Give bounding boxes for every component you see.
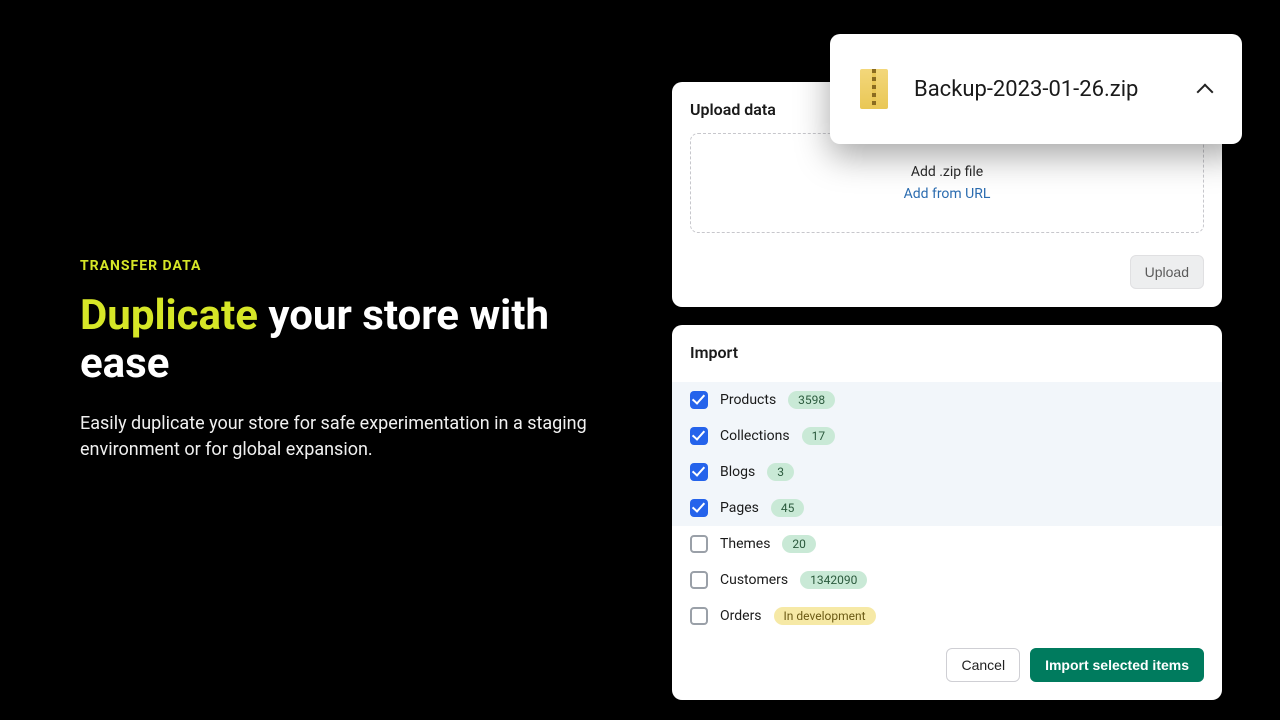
checkbox-blogs[interactable] xyxy=(690,463,708,481)
row-label: Customers xyxy=(720,572,788,588)
row-label: Pages xyxy=(720,500,759,516)
row-label: Products xyxy=(720,392,776,408)
add-from-url-link[interactable]: Add from URL xyxy=(904,186,991,202)
count-badge: 45 xyxy=(771,499,805,517)
checkbox-collections[interactable] xyxy=(690,427,708,445)
checkbox-orders[interactable] xyxy=(690,607,708,625)
upload-actions: Upload xyxy=(690,255,1204,289)
import-row-collections[interactable]: Collections 17 xyxy=(672,418,1222,454)
checkbox-products[interactable] xyxy=(690,391,708,409)
upload-dropzone[interactable]: Add .zip file Add from URL xyxy=(690,133,1204,233)
import-row-products[interactable]: Products 3598 xyxy=(672,382,1222,418)
import-card-title: Import xyxy=(672,343,1222,368)
row-label: Blogs xyxy=(720,464,755,480)
chevron-up-icon[interactable] xyxy=(1196,79,1216,99)
checkbox-themes[interactable] xyxy=(690,535,708,553)
count-badge: 1342090 xyxy=(800,571,867,589)
right-panel: Upload data Add .zip file Add from URL U… xyxy=(672,82,1222,718)
headline: Duplicate your store with ease xyxy=(80,292,600,389)
import-selected-button[interactable]: Import selected items xyxy=(1030,648,1204,682)
zip-file-icon xyxy=(860,69,888,109)
download-toast[interactable]: Backup-2023-01-26.zip xyxy=(830,34,1242,144)
import-list: Products 3598 Collections 17 Blogs 3 Pag… xyxy=(672,382,1222,634)
checkbox-pages[interactable] xyxy=(690,499,708,517)
import-card: Import Products 3598 Collections 17 Blog… xyxy=(672,325,1222,700)
checkbox-customers[interactable] xyxy=(690,571,708,589)
eyebrow: TRANSFER DATA xyxy=(80,258,600,274)
count-badge: 17 xyxy=(802,427,836,445)
upload-button[interactable]: Upload xyxy=(1130,255,1204,289)
import-row-themes[interactable]: Themes 20 xyxy=(672,526,1222,562)
row-label: Orders xyxy=(720,608,762,624)
subtext: Easily duplicate your store for safe exp… xyxy=(80,411,600,463)
headline-accent: Duplicate xyxy=(80,291,258,340)
import-actions: Cancel Import selected items xyxy=(672,634,1222,682)
dropzone-primary-text: Add .zip file xyxy=(911,164,983,180)
import-row-orders[interactable]: Orders In development xyxy=(672,598,1222,634)
row-label: Themes xyxy=(720,536,770,552)
count-badge: 3 xyxy=(767,463,794,481)
import-row-blogs[interactable]: Blogs 3 xyxy=(672,454,1222,490)
toast-filename: Backup-2023-01-26.zip xyxy=(914,77,1170,102)
count-badge: 20 xyxy=(782,535,816,553)
dev-badge: In development xyxy=(774,607,876,625)
marketing-copy: TRANSFER DATA Duplicate your store with … xyxy=(80,258,600,463)
row-label: Collections xyxy=(720,428,790,444)
import-row-pages[interactable]: Pages 45 xyxy=(672,490,1222,526)
cancel-button[interactable]: Cancel xyxy=(946,648,1020,682)
count-badge: 3598 xyxy=(788,391,835,409)
import-row-customers[interactable]: Customers 1342090 xyxy=(672,562,1222,598)
